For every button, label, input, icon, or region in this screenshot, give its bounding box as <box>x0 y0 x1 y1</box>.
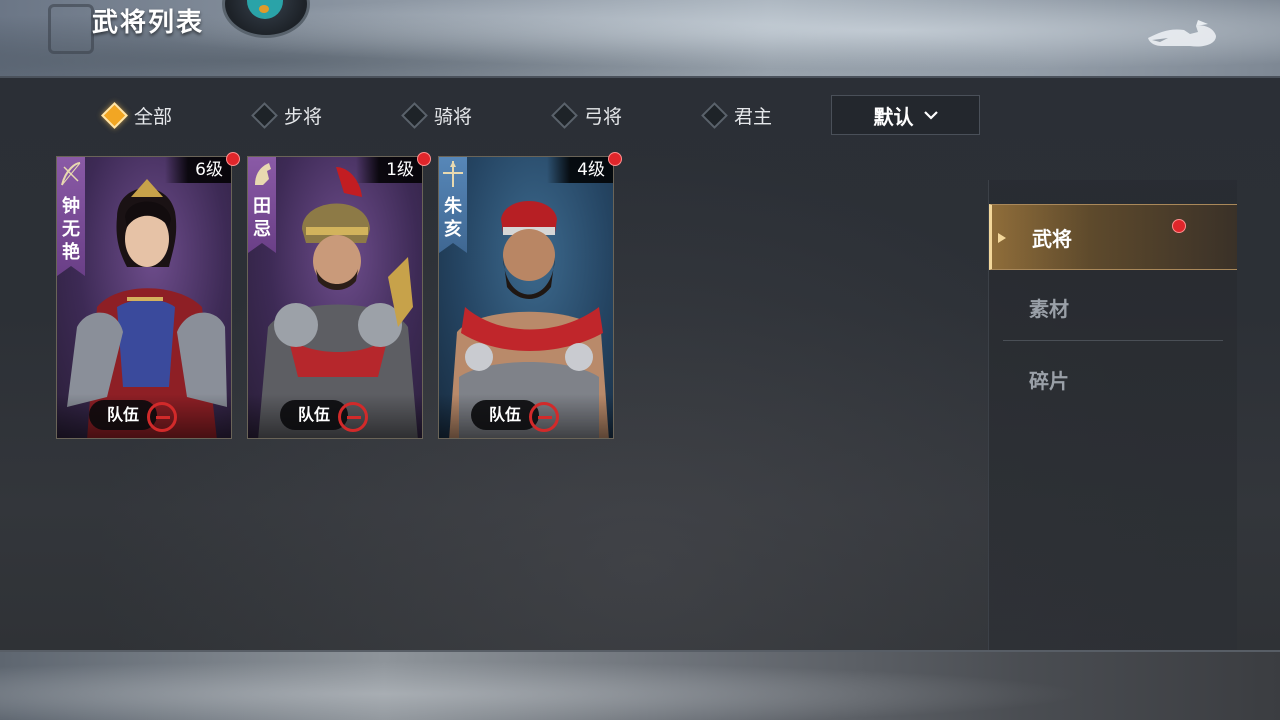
tab-cavalry[interactable]: 骑将 <box>400 95 472 135</box>
tab-label: 骑将 <box>434 105 473 128</box>
bottom-haze <box>0 652 1280 720</box>
side-item-label: 武将 <box>1032 226 1072 251</box>
team-number-badge <box>529 402 559 432</box>
bow-icon <box>61 162 81 186</box>
new-indicator <box>417 152 431 166</box>
diamond-icon <box>401 101 428 129</box>
tab-archer[interactable]: 弓将 <box>550 95 622 135</box>
side-item-fragments[interactable]: 碎片 <box>989 346 1237 412</box>
side-item-materials[interactable]: 素材 <box>989 274 1237 340</box>
tab-label: 全部 <box>134 105 173 128</box>
team-number-badge <box>338 402 368 432</box>
back-button[interactable] <box>1138 8 1222 54</box>
hero-card[interactable]: 朱亥 4级 队伍 <box>438 156 614 439</box>
chevron-down-icon <box>923 111 938 120</box>
new-indicator <box>1172 219 1186 233</box>
sort-dropdown[interactable]: 默认 <box>831 95 980 135</box>
side-item-label: 素材 <box>1029 296 1069 321</box>
bottom-strip <box>0 650 1280 720</box>
side-item-heroes[interactable]: 武将 <box>989 204 1237 270</box>
team-number-badge <box>147 402 177 432</box>
badge-dot <box>259 5 269 13</box>
hero-level: 4级 <box>547 157 613 183</box>
spear-icon <box>443 161 463 187</box>
selection-arrow-icon <box>998 233 1006 243</box>
tab-label: 弓将 <box>584 105 623 128</box>
hero-card[interactable]: 田忌 1级 队伍 <box>247 156 423 439</box>
tab-label: 君主 <box>734 105 773 128</box>
horse-icon <box>255 163 271 185</box>
tab-label: 步将 <box>284 105 323 128</box>
tab-all[interactable]: 全部 <box>100 95 172 135</box>
hero-card[interactable]: 钟无艳 6级 队伍 <box>56 156 232 439</box>
sort-label: 默认 <box>873 104 914 129</box>
dragon-back-arrow-icon <box>1148 20 1216 47</box>
new-indicator <box>226 152 240 166</box>
category-side-panel: 武将 素材 碎片 <box>988 180 1237 650</box>
new-indicator <box>608 152 622 166</box>
tab-infantry[interactable]: 步将 <box>250 95 322 135</box>
divider <box>1003 340 1223 341</box>
hero-level: 1级 <box>356 157 422 183</box>
diamond-icon <box>551 101 578 129</box>
top-bar: 武将列表 <box>0 0 1280 78</box>
page-title: 武将列表 <box>92 8 205 38</box>
diamond-icon <box>251 101 278 129</box>
diamond-icon <box>701 101 728 129</box>
tab-lord[interactable]: 君主 <box>700 95 772 135</box>
emblem-icon <box>48 4 94 54</box>
side-item-label: 碎片 <box>1029 368 1069 393</box>
hero-level: 6级 <box>165 157 231 183</box>
diamond-selected-icon <box>101 101 128 129</box>
